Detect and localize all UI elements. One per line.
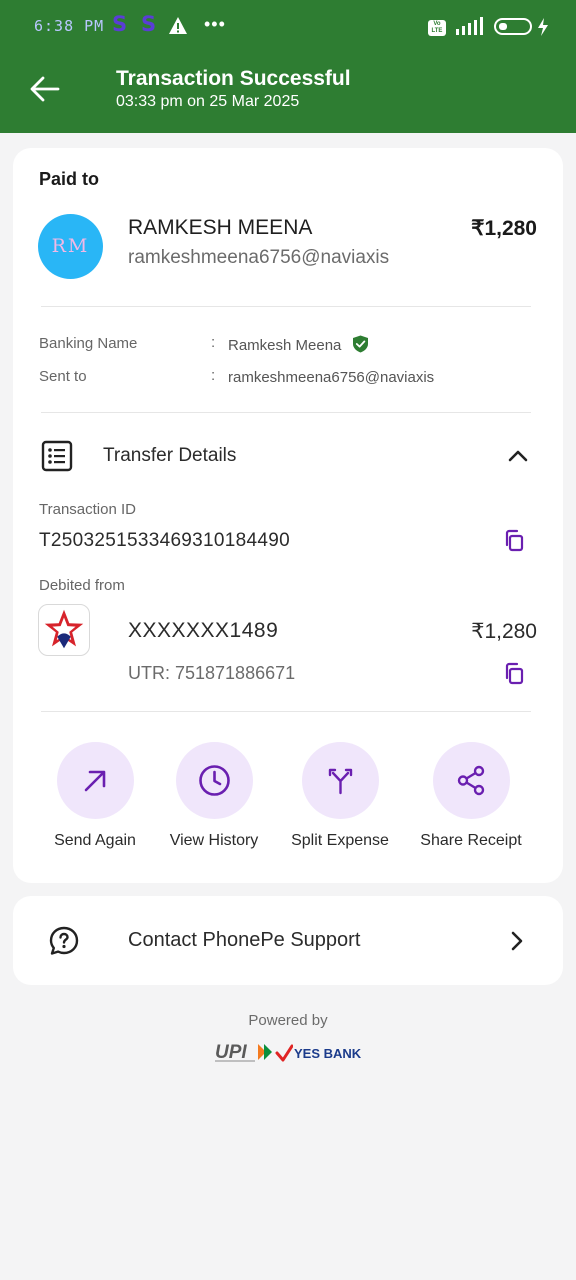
notification-s-icon: S [141, 12, 157, 36]
signal-icon [456, 17, 483, 35]
transaction-id-value: T2503251533469310184490 [39, 530, 290, 551]
sent-to-value: ramkeshmeena6756@naviaxis [228, 369, 435, 386]
colon: : [211, 334, 216, 351]
help-chat-icon [49, 926, 79, 955]
chevron-right-icon [511, 931, 523, 951]
chevron-up-icon[interactable] [507, 446, 529, 466]
contact-support-row[interactable]: Contact PhonePe Support [13, 896, 563, 985]
battery-level [499, 23, 507, 30]
powered-by-label: Powered by [248, 1012, 328, 1029]
send-again-circle [57, 742, 134, 819]
verified-shield-icon [353, 335, 368, 353]
battery-icon [494, 18, 532, 35]
split-expense-label: Split Expense [291, 832, 389, 849]
divider [41, 412, 531, 413]
header-bar: 6:38 PM S S ••• Vo LTE Transaction Succes… [0, 0, 576, 133]
volte-icon: Vo LTE [428, 20, 446, 36]
upi-logo: UPI [215, 1042, 272, 1063]
payee-name: RAMKESH MEENA [128, 216, 313, 239]
banking-name-label: Banking Name [39, 335, 138, 352]
share-receipt-label: Share Receipt [420, 832, 522, 849]
divider [41, 711, 531, 712]
split-icon [328, 768, 353, 795]
share-receipt-circle [433, 742, 510, 819]
split-expense-button[interactable]: Split Expense [285, 742, 395, 862]
warning-icon [169, 17, 187, 34]
debited-from-label: Debited from [39, 577, 125, 594]
copy-transaction-id-icon[interactable] [503, 529, 525, 553]
list-document-icon [41, 440, 73, 472]
view-history-button[interactable]: View History [159, 742, 269, 862]
transfer-details-label: Transfer Details [103, 445, 237, 466]
transaction-timestamp: 03:33 pm on 25 Mar 2025 [116, 93, 300, 110]
avatar: RM [38, 214, 103, 279]
sent-to-label: Sent to [39, 368, 87, 385]
bank-logo [38, 604, 90, 656]
share-receipt-button[interactable]: Share Receipt [416, 742, 526, 862]
banking-name-value: Ramkesh Meena [228, 337, 342, 354]
payee-vpa: ramkeshmeena6756@naviaxis [128, 247, 390, 268]
arrow-up-right-icon [84, 770, 106, 792]
upi-logo-text: UPI [215, 1042, 247, 1063]
view-history-circle [176, 742, 253, 819]
charging-icon [538, 18, 548, 36]
split-expense-circle [302, 742, 379, 819]
contact-support-label: Contact PhonePe Support [128, 929, 361, 951]
yes-bank-label: YES BANK [294, 1046, 362, 1061]
transaction-id-label: Transaction ID [39, 501, 136, 518]
utr-number: UTR: 751871886671 [128, 663, 296, 683]
divider [41, 306, 531, 307]
transaction-card: Paid to RM RAMKESH MEENA ramkeshmeena675… [13, 148, 563, 883]
yes-bank-check-icon [275, 1044, 293, 1062]
page-title: Transaction Successful [116, 67, 351, 90]
status-bar: 6:38 PM S S ••• Vo LTE [0, 0, 576, 54]
transfer-details-toggle[interactable] [13, 430, 563, 482]
copy-utr-icon[interactable] [503, 662, 525, 686]
back-arrow-icon[interactable] [28, 72, 62, 106]
paid-to-heading: Paid to [39, 169, 100, 189]
colon: : [211, 367, 216, 384]
debit-account-number: XXXXXXX1489 [128, 619, 279, 642]
send-again-button[interactable]: Send Again [40, 742, 150, 862]
notification-s-icon: S [112, 12, 128, 36]
share-icon [457, 765, 485, 796]
clock-icon [199, 765, 230, 796]
bank-star-logo-icon [44, 609, 84, 649]
debited-amount: ₹1,280 [471, 620, 537, 643]
more-notifications-icon: ••• [204, 14, 226, 34]
paid-amount: ₹1,280 [471, 217, 537, 240]
status-time: 6:38 PM [34, 17, 105, 35]
